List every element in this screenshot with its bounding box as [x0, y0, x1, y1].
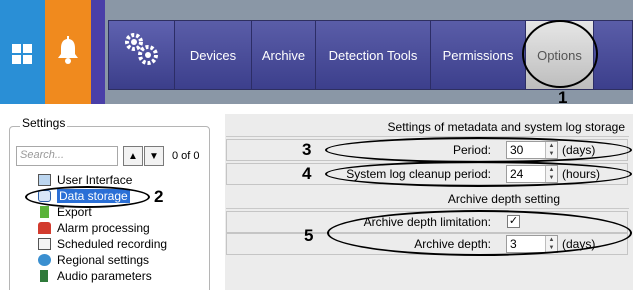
- chevron-down-icon: ▼: [149, 150, 159, 162]
- alarms-tile[interactable]: [45, 0, 91, 104]
- menu-permissions[interactable]: Permissions: [430, 21, 525, 89]
- bell-icon: [58, 36, 78, 64]
- windows-icon: [12, 44, 33, 65]
- callout-1: 1: [558, 88, 568, 107]
- section-divider: [226, 208, 629, 209]
- menu-gear-tile[interactable]: [109, 21, 174, 89]
- callout-ring-archive-depth: [327, 210, 632, 256]
- callout-ring-data-storage: [25, 186, 150, 208]
- menu-devices[interactable]: Devices: [174, 21, 251, 89]
- callout-4: 4: [302, 164, 312, 183]
- export-icon: [40, 206, 49, 218]
- accent-strip: [91, 0, 105, 104]
- callout-2: 2: [154, 187, 164, 206]
- tree-item-user-interface[interactable]: User Interface: [36, 172, 206, 188]
- metadata-section-heading: Settings of metadata and system log stor…: [387, 120, 625, 134]
- schedule-icon: [38, 238, 51, 250]
- archive-depth-section-heading: Archive depth setting: [447, 192, 560, 206]
- tree-item-alarm-processing[interactable]: Alarm processing: [36, 220, 206, 236]
- gears-icon: [125, 33, 158, 65]
- callout-ring-options: [522, 20, 598, 88]
- chevron-up-icon: ▲: [128, 150, 138, 162]
- menu-detection-tools[interactable]: Detection Tools: [315, 21, 430, 89]
- tree-item-label: Alarm processing: [57, 221, 150, 235]
- callout-ring-cleanup: [325, 161, 632, 187]
- search-result-count: 0 of 0: [172, 150, 200, 162]
- search-input[interactable]: Search...: [16, 146, 118, 166]
- menu-overflow: [593, 21, 632, 89]
- monitor-icon: [38, 174, 51, 186]
- tree-item-label: Audio parameters: [57, 269, 152, 283]
- tree-item-label: Regional settings: [57, 253, 150, 267]
- tree-item-regional-settings[interactable]: Regional settings: [36, 252, 206, 268]
- windows-tile[interactable]: [0, 0, 45, 104]
- tree-item-label: Scheduled recording: [57, 237, 168, 251]
- tree-item-scheduled-recording[interactable]: Scheduled recording: [36, 236, 206, 252]
- tree-item-label: User Interface: [57, 173, 133, 187]
- app-window: Devices Archive Detection Tools Permissi…: [0, 0, 633, 290]
- callout-5: 5: [304, 226, 314, 245]
- menu-archive[interactable]: Archive: [251, 21, 315, 89]
- callout-ring-period: [325, 137, 632, 163]
- alarm-icon: [38, 222, 51, 234]
- settings-panel-title: Settings: [20, 116, 68, 130]
- next-result-button[interactable]: ▼: [144, 146, 164, 166]
- globe-icon: [38, 254, 51, 266]
- tree-item-audio-parameters[interactable]: Audio parameters: [36, 268, 206, 284]
- callout-3: 3: [302, 140, 312, 159]
- previous-result-button[interactable]: ▲: [123, 146, 143, 166]
- speaker-icon: [40, 270, 48, 282]
